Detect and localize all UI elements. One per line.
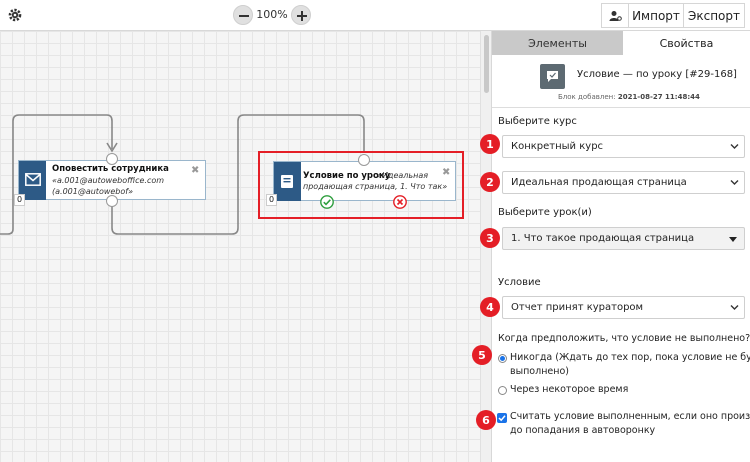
select-value: Конкретный курс (511, 141, 604, 152)
annotation-badge: 6 (476, 410, 496, 430)
radio-never[interactable] (498, 354, 507, 363)
checkbox-count-done[interactable] (497, 413, 507, 423)
annotation-badge: 4 (480, 297, 500, 317)
radio-after-time[interactable] (498, 386, 507, 395)
annotation-badge: 2 (480, 172, 500, 192)
zoom-in-button[interactable] (291, 5, 311, 25)
checkbox-label: до попадания в автоворонку (510, 425, 656, 436)
select-value: Отчет принят куратором (511, 302, 644, 313)
tab-elements[interactable]: Элементы (492, 31, 623, 55)
zoom-out-button[interactable] (233, 5, 253, 25)
course-label: Выберите курс (498, 116, 577, 127)
node-counter: 0 (14, 194, 26, 206)
node-output-port[interactable] (106, 195, 118, 207)
annotation-badge: 3 (480, 228, 500, 248)
node-title: Оповестить сотрудника (52, 164, 169, 174)
node-notify-employee[interactable]: Оповестить сотрудника «a.001@autoweboffi… (18, 160, 206, 200)
export-button[interactable]: Экспорт (683, 3, 745, 28)
scroll-thumb[interactable] (484, 35, 489, 93)
envelope-icon (25, 173, 41, 186)
zoom-level: 100% (256, 8, 288, 21)
select-value: 1. Что такое продающая страница (511, 233, 695, 244)
import-button[interactable]: Импорт (628, 3, 684, 28)
condition-select[interactable]: Отчет принят куратором (502, 296, 745, 319)
block-title: Условие — по уроку [#29-168] (577, 69, 737, 80)
divider (492, 107, 750, 108)
course-name-select[interactable]: Идеальная продающая страница (502, 171, 745, 194)
condition-label: Условие (498, 277, 541, 288)
annotation-badge: 1 (480, 134, 500, 154)
condition-icon (547, 71, 558, 82)
node-input-port[interactable] (106, 153, 118, 165)
tab-properties[interactable]: Свойства (623, 31, 750, 55)
radio-never-label: выполнено) (510, 366, 569, 377)
assume-label: Когда предположить, что условие не выпол… (498, 333, 750, 344)
node-text: «a.001@autoweboffice.com (52, 176, 165, 185)
course-type-select[interactable]: Конкретный курс (502, 135, 745, 158)
lesson-label: Выберите урок(и) (498, 207, 592, 218)
top-toolbar: 100% Импорт Экспорт (0, 0, 750, 31)
workflow-canvas[interactable]: Оповестить сотрудника «a.001@autoweboffi… (0, 31, 480, 462)
gear-icon[interactable] (7, 7, 23, 23)
radio-after-label: Через некоторое время (510, 384, 629, 395)
user-settings-icon (609, 10, 622, 21)
checkbox-label: Считать условие выполненным, если оно пр… (510, 411, 750, 422)
chevron-down-icon (730, 144, 739, 149)
chevron-down-icon (730, 305, 739, 310)
select-value: Идеальная продающая страница (511, 177, 687, 188)
caret-down-icon (729, 237, 737, 242)
lesson-select[interactable]: 1. Что такое продающая страница (502, 227, 745, 250)
users-button[interactable] (601, 3, 629, 28)
block-added: Блок добавлен: 2021-08-27 11:48:44 (558, 93, 700, 101)
connector-lines (0, 114, 365, 235)
radio-never-label: Никогда (Ждать до тех пор, пока условие … (510, 352, 750, 363)
block-type-icon (540, 64, 565, 89)
properties-panel: Элементы Свойства Условие — по уроку [#2… (492, 31, 750, 462)
node-text: (a.001@autowebof» (52, 187, 134, 196)
selection-highlight (258, 151, 464, 219)
minus-icon (239, 15, 249, 17)
chevron-down-icon (730, 180, 739, 185)
annotation-badge: 5 (472, 345, 492, 365)
plus-icon (297, 11, 307, 21)
check-icon (498, 415, 506, 422)
close-icon[interactable]: ✖ (191, 165, 199, 176)
